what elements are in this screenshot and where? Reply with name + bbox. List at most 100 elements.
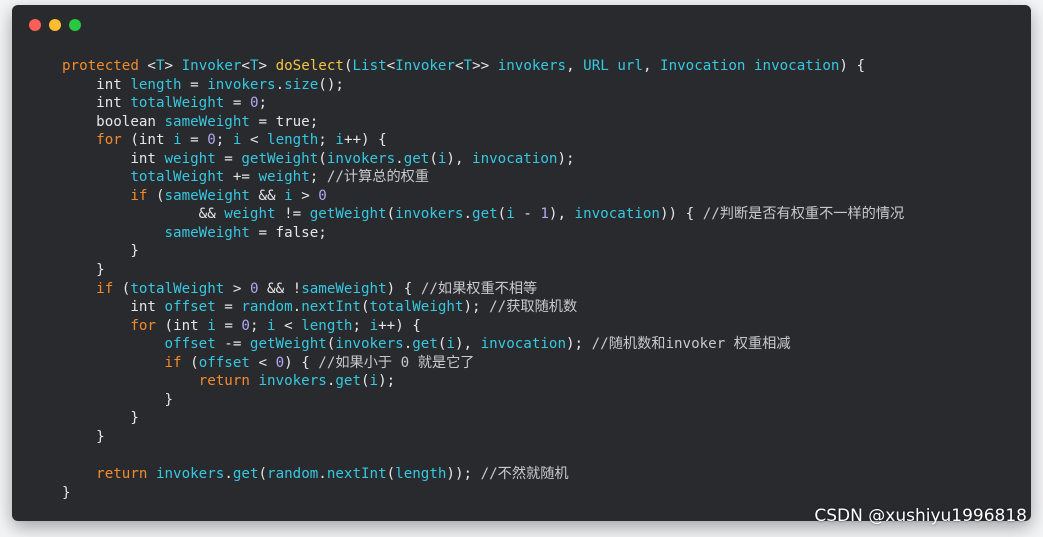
code-token: ( [386, 466, 396, 483]
code-line: if (sameWeight && i > 0 [62, 187, 904, 206]
code-token: ( [360, 299, 370, 316]
code-token: < [386, 58, 396, 74]
code-token: get [403, 150, 430, 167]
code-token: totalWeight [130, 169, 225, 186]
code-token: i [369, 373, 379, 390]
code-token: offset [164, 336, 216, 353]
code-token: invocation [480, 336, 566, 353]
code-token: int [96, 76, 122, 93]
code-token: int [130, 299, 156, 316]
code-token: ++) { [343, 132, 387, 149]
maximize-window-button[interactable] [69, 19, 81, 31]
code-token: //随机数和invoker 权重相减 [591, 336, 791, 353]
code-token: = [181, 132, 208, 149]
code-token: ; [318, 224, 327, 241]
code-token: get [335, 373, 361, 390]
code-token: ( [360, 373, 370, 390]
code-line: int length = invokers.size(); [62, 76, 904, 95]
code-token: ( [386, 206, 396, 223]
code-token: sameWeight [301, 280, 387, 297]
code-token: List [352, 58, 387, 74]
code-token: int [138, 132, 165, 149]
code-line: boolean sameWeight = true; [62, 113, 904, 132]
code-token: //如果权重不相等 [420, 280, 538, 297]
code-token: 0 [241, 317, 250, 334]
code-token: boolean [96, 113, 156, 130]
close-window-button[interactable] [29, 19, 41, 31]
code-token: 0 [207, 132, 216, 149]
minimize-window-button[interactable] [49, 19, 61, 31]
code-token: = [181, 76, 208, 93]
code-window: protected <T> Invoker<T> doSelect(List<I… [12, 5, 1031, 521]
code-token: ), [548, 206, 575, 223]
code-token: 0 [275, 354, 285, 371]
code-token: T [463, 58, 473, 74]
code-token: != [275, 206, 310, 223]
code-token: < [241, 132, 268, 149]
code-token: Invoker [395, 58, 455, 74]
code-token: && ! [258, 280, 302, 297]
code-line: return invokers.get(random.nextInt(lengt… [62, 465, 904, 484]
code-token: invokers [335, 336, 404, 353]
code-line: } [62, 409, 904, 428]
code-token: length [267, 132, 319, 149]
code-token: i [173, 132, 182, 149]
code-token: totalWeight [369, 299, 464, 316]
code-token: //获取随机数 [489, 299, 578, 316]
code-token: nextInt [326, 466, 387, 483]
code-token: ) { [284, 354, 319, 371]
code-token: ; [215, 132, 233, 149]
code-token: if [164, 354, 182, 371]
code-line: if (totalWeight > 0 && !sameWeight) { //… [62, 280, 904, 299]
code-token: ); [557, 150, 575, 167]
code-token: ( [318, 150, 327, 167]
code-token: get [472, 206, 498, 223]
code-token: . [403, 336, 413, 353]
code-line: } [62, 484, 904, 503]
code-token: ), [446, 150, 473, 167]
code-line: for (int i = 0; i < length; i++) { [62, 317, 904, 336]
code-token: invokers [497, 58, 567, 74]
code-token: nextInt [301, 299, 361, 316]
code-line: int weight = getWeight(invokers.get(i), … [62, 150, 904, 169]
code-token: invokers [207, 76, 276, 93]
code-token: && [62, 206, 225, 223]
code-token: invokers [326, 150, 396, 167]
code-token: < [249, 354, 276, 371]
code-token: //计算总的权重 [326, 169, 430, 186]
code-token: for [130, 317, 156, 334]
code-token: ) { [839, 58, 866, 74]
code-token: ); [378, 373, 396, 390]
code-token: . [292, 299, 302, 316]
code-line: offset -= getWeight(invokers.get(i), inv… [62, 335, 904, 354]
code-token: } [62, 484, 71, 501]
code-token: i [284, 187, 293, 204]
code-token: && [249, 187, 285, 204]
code-token: . [463, 206, 473, 223]
code-token: invocation [574, 206, 660, 223]
code-token: = [215, 150, 242, 167]
code-line: } [62, 261, 904, 280]
code-token: += [224, 169, 259, 186]
code-token: //判断是否有权重不一样的情况 [702, 206, 905, 223]
code-token: doSelect [275, 58, 344, 74]
code-token: ; [352, 317, 370, 334]
code-token: getWeight [249, 336, 327, 353]
code-token: 1 [540, 206, 549, 223]
code-token: //不然就随机 [480, 466, 569, 483]
code-token: ; [249, 317, 268, 334]
code-token: totalWeight [130, 280, 225, 297]
code-token: protected [62, 58, 139, 74]
